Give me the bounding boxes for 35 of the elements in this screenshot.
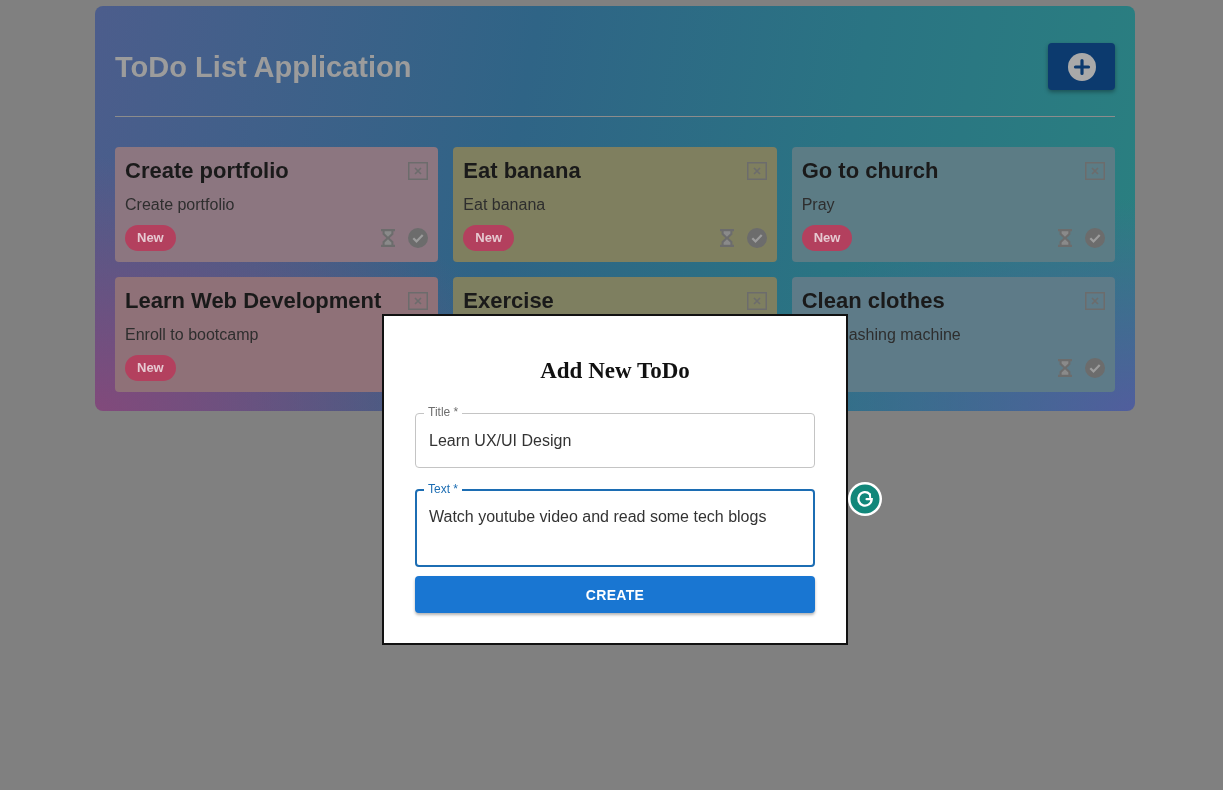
close-icon[interactable] (408, 292, 429, 310)
todo-title: Clean clothes (801, 290, 945, 312)
todo-title: Go to church (801, 160, 939, 182)
check-circle-icon[interactable] (746, 228, 767, 248)
hourglass-icon[interactable] (380, 228, 397, 248)
close-icon[interactable] (1085, 162, 1105, 180)
check-circle-icon[interactable] (1085, 228, 1105, 248)
todo-text: Enroll to bootcamp (125, 325, 259, 345)
todo-text: Eat banana (463, 195, 546, 215)
close-icon[interactable] (408, 162, 429, 180)
app-title: ToDo List Application (115, 49, 412, 84)
status-badge: New (125, 225, 176, 251)
todo-title: Create portfolio (125, 160, 289, 182)
status-badge: New (463, 225, 515, 251)
hourglass-icon[interactable] (718, 228, 735, 248)
check-circle-icon[interactable] (1085, 358, 1105, 378)
add-button[interactable] (1048, 43, 1115, 90)
todo-text: Create portfolio (125, 195, 235, 215)
create-button[interactable]: CREATE (415, 576, 815, 613)
todo-text: ashing machine (848, 325, 961, 345)
todo-text: Pray (801, 195, 835, 215)
status-badge: New (125, 355, 176, 381)
hourglass-icon[interactable] (1057, 358, 1073, 378)
todo-title: Exercise (463, 290, 554, 312)
check-circle-icon[interactable] (408, 228, 429, 248)
status-badge: New (801, 225, 853, 251)
circular-logo-icon[interactable] (848, 482, 882, 516)
field-label: Text * (424, 482, 462, 496)
field-label: Title * (424, 405, 463, 419)
close-icon[interactable] (1085, 292, 1105, 310)
dialog-title: Add New ToDo (540, 357, 690, 385)
todo-title: Learn Web Development (125, 290, 382, 312)
todo-title: Eat banana (463, 160, 581, 182)
hourglass-icon[interactable] (1057, 228, 1073, 248)
plus-circle-icon (1067, 52, 1096, 81)
